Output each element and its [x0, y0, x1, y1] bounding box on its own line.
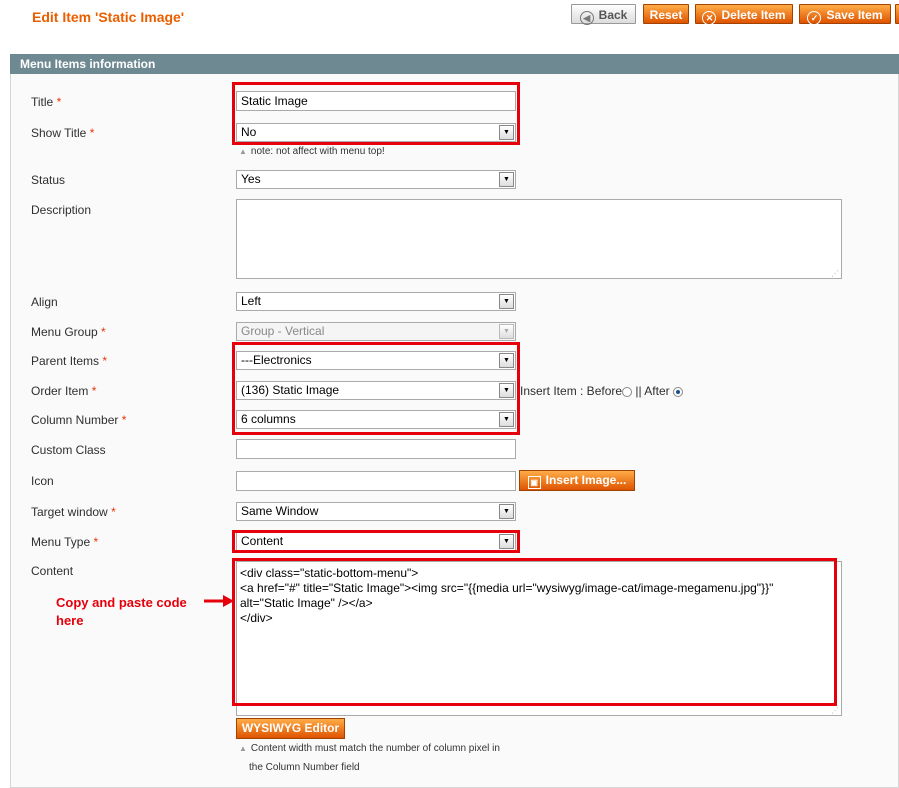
target-window-select[interactable]: Same Window ▼	[236, 502, 516, 521]
section-legend: Menu Items information	[10, 54, 899, 74]
reset-button[interactable]: Reset	[643, 4, 689, 24]
insert-position-group: Insert Item : Before || After	[520, 384, 683, 398]
content-note: ▲ Content width must match the number of …	[239, 743, 500, 754]
column-number-label: Column Number *	[31, 413, 127, 427]
image-icon: ▣	[527, 476, 541, 489]
icon-label: Icon	[31, 474, 54, 488]
delete-button-label: Delete Item	[721, 8, 786, 22]
note-arrow-icon: ▲	[239, 744, 247, 753]
delete-item-button[interactable]: ✕ Delete Item	[695, 4, 793, 25]
target-window-label: Target window *	[31, 505, 116, 519]
wysiwyg-editor-button[interactable]: WYSIWYG Editor	[236, 718, 345, 739]
highlight-box	[232, 342, 520, 435]
annotation-text: Copy and paste code here	[56, 595, 187, 628]
highlight-box	[232, 82, 520, 145]
parent-items-label: Parent Items *	[31, 354, 108, 368]
annotation-arrow-icon	[204, 595, 234, 607]
highlight-box	[232, 530, 520, 553]
insert-image-label: Insert Image...	[545, 473, 627, 487]
align-select[interactable]: Left ▼	[236, 292, 516, 311]
note-arrow-icon: ▲	[239, 147, 247, 156]
back-button-label: Back	[598, 8, 628, 22]
status-select[interactable]: Yes ▼	[236, 170, 516, 189]
resize-grip-icon[interactable]: ⋰	[831, 706, 839, 715]
separator: ||	[635, 384, 642, 398]
save-button-label: Save Item	[826, 8, 883, 22]
back-arrow-icon: ◀	[579, 11, 594, 25]
insert-after-radio[interactable]	[672, 387, 683, 397]
chevron-down-icon: ▼	[499, 504, 514, 519]
save-item-button[interactable]: ✓ Save Item	[799, 4, 891, 25]
menu-group-label: Menu Group *	[31, 325, 106, 339]
page-title: Edit Item 'Static Image'	[32, 9, 185, 25]
order-item-label: Order Item *	[31, 384, 97, 398]
title-label: Title *	[31, 95, 62, 109]
status-label: Status	[31, 173, 66, 187]
chevron-down-icon: ▼	[499, 172, 514, 187]
chevron-down-icon: ▼	[499, 294, 514, 309]
insert-image-button[interactable]: ▣ Insert Image...	[519, 470, 635, 491]
custom-class-input[interactable]	[236, 439, 516, 459]
chevron-down-icon: ▼	[499, 324, 514, 339]
insert-before-label: Insert Item : Before	[520, 384, 623, 398]
delete-x-icon: ✕	[702, 11, 717, 25]
save-check-icon: ✓	[807, 11, 822, 25]
back-button[interactable]: ◀ Back	[571, 4, 636, 25]
show-title-note: ▲ note: not affect with menu top!	[239, 146, 385, 157]
content-label: Content	[31, 564, 74, 578]
more-button[interactable]	[895, 4, 899, 24]
insert-after-label: After	[644, 384, 670, 398]
highlight-box	[232, 558, 837, 706]
menu-type-label: Menu Type *	[31, 535, 99, 549]
show-title-label: Show Title *	[31, 126, 95, 140]
description-textarea[interactable]: ⋰	[236, 199, 842, 279]
custom-class-label: Custom Class	[31, 443, 106, 457]
content-note-line2: the Column Number field	[249, 762, 360, 773]
align-label: Align	[31, 295, 58, 309]
insert-before-radio[interactable]	[622, 387, 633, 397]
icon-input[interactable]	[236, 471, 516, 491]
description-label: Description	[31, 203, 92, 217]
resize-grip-icon[interactable]: ⋰	[831, 269, 839, 278]
menu-group-select: Group - Vertical ▼	[236, 322, 516, 341]
